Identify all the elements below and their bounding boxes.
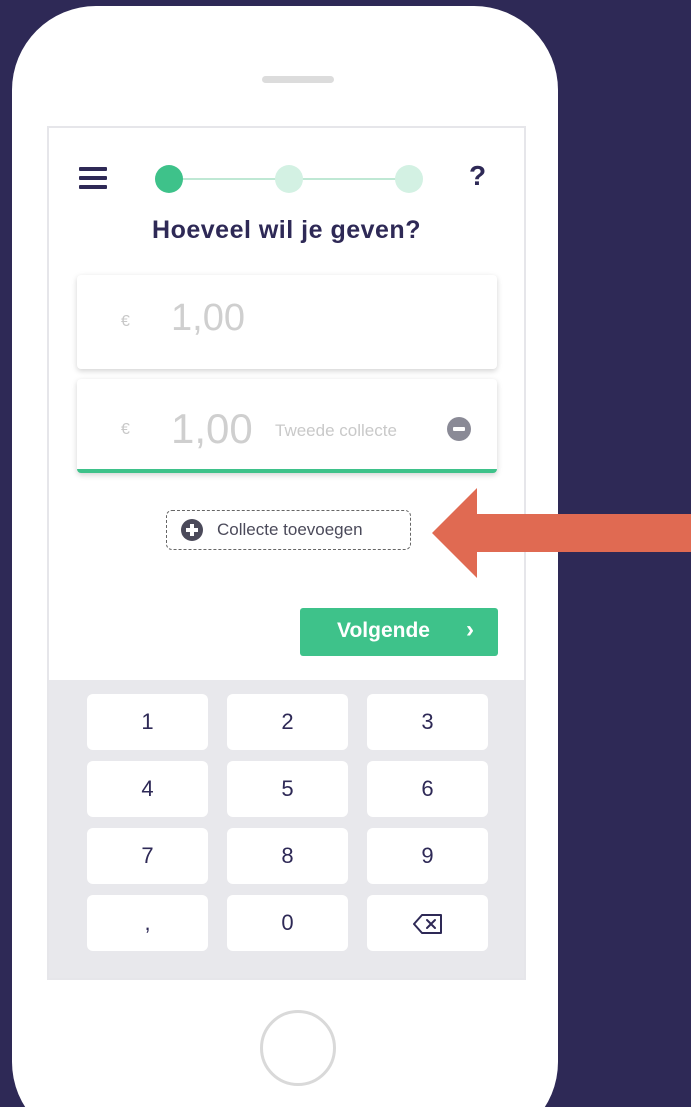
collect-label: Tweede collecte: [275, 421, 397, 440]
key-backspace[interactable]: [367, 895, 488, 951]
key-9[interactable]: 9: [367, 828, 488, 884]
key-2[interactable]: 2: [227, 694, 348, 750]
amount-field-second[interactable]: € 1,00 Tweede collecte: [77, 379, 497, 473]
key-comma[interactable]: ,: [87, 895, 208, 951]
remove-collect-icon[interactable]: [447, 417, 471, 441]
hamburger-menu-icon[interactable]: [79, 167, 107, 189]
chevron-right-icon: ›: [466, 616, 474, 643]
phone-speaker: [262, 76, 334, 83]
amount-value: 1,00: [171, 405, 253, 452]
home-button[interactable]: [260, 1010, 336, 1086]
key-1[interactable]: 1: [87, 694, 208, 750]
page-title: Hoeveel wil je geven?: [152, 216, 421, 244]
key-0[interactable]: 0: [227, 895, 348, 951]
amount-field-first[interactable]: € 1,00: [77, 275, 497, 369]
step-2-dot: [275, 165, 303, 193]
next-button-label: Volgende: [337, 619, 430, 642]
help-icon[interactable]: ?: [469, 160, 486, 192]
step-connector: [295, 178, 405, 180]
step-3-dot: [395, 165, 423, 193]
amount-value: 1,00: [171, 297, 245, 339]
key-5[interactable]: 5: [227, 761, 348, 817]
pointer-arrow: [432, 488, 691, 578]
next-button[interactable]: Volgende ›: [300, 608, 498, 656]
currency-symbol: €: [121, 313, 130, 330]
key-3[interactable]: 3: [367, 694, 488, 750]
key-7[interactable]: 7: [87, 828, 208, 884]
step-indicator: [155, 165, 425, 193]
plus-circle-icon: [181, 519, 203, 541]
key-4[interactable]: 4: [87, 761, 208, 817]
key-6[interactable]: 6: [367, 761, 488, 817]
step-1-dot: [155, 165, 183, 193]
add-collect-label: Collecte toevoegen: [217, 520, 363, 539]
key-8[interactable]: 8: [227, 828, 348, 884]
currency-symbol: €: [121, 421, 130, 438]
step-connector: [175, 178, 285, 180]
numeric-keypad: 1 2 3 4 5 6 7 8 9 , 0: [49, 680, 524, 978]
backspace-icon: [412, 914, 442, 935]
add-collect-button[interactable]: Collecte toevoegen: [166, 510, 411, 550]
